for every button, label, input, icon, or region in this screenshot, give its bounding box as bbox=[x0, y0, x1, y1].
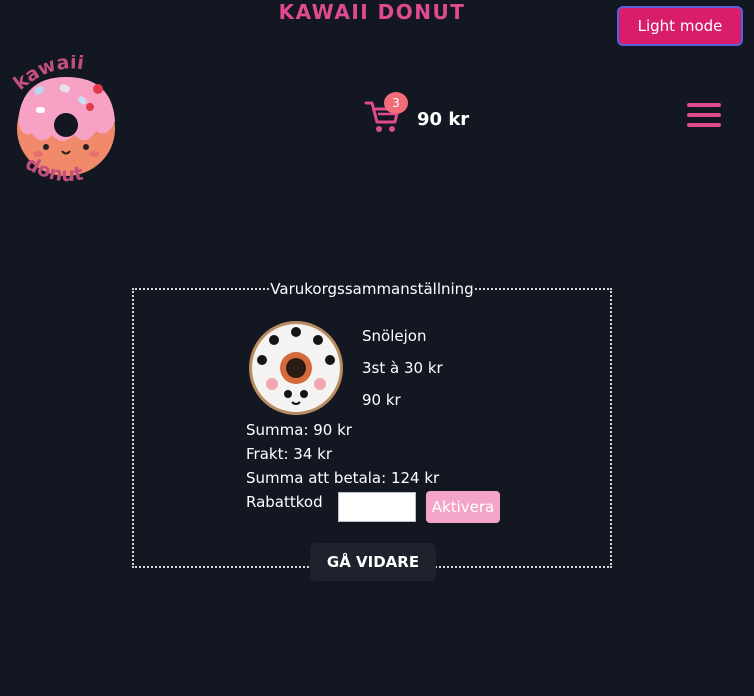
page: KAWAII DONUT Light mode kawaii donut bbox=[0, 0, 754, 696]
hamburger-menu-icon[interactable] bbox=[687, 101, 721, 129]
cart-total: 90 kr bbox=[417, 109, 470, 130]
activate-coupon-button[interactable]: Aktivera bbox=[426, 491, 500, 523]
product-line-total: 90 kr bbox=[362, 391, 401, 409]
coupon-code-input[interactable] bbox=[338, 492, 416, 522]
menu-bar bbox=[687, 103, 721, 107]
product-image bbox=[249, 321, 343, 415]
menu-bar bbox=[687, 123, 721, 127]
cart-summary: Varukorgssammanställning Snölejon 3st à … bbox=[132, 280, 612, 581]
cart-count-badge: 3 bbox=[384, 92, 408, 114]
light-mode-toggle-button[interactable]: Light mode bbox=[617, 6, 743, 46]
subtotal: Summa: 90 kr bbox=[246, 421, 352, 439]
menu-bar bbox=[687, 113, 721, 117]
kawaii-donut-logo[interactable]: kawaii donut bbox=[12, 55, 124, 187]
total-to-pay: Summa att betala: 124 kr bbox=[246, 469, 440, 487]
coupon-label: Rabattkod bbox=[246, 493, 323, 511]
cart-summary-title: Varukorgssammanställning bbox=[270, 280, 474, 298]
shipping-cost: Frakt: 34 kr bbox=[246, 445, 332, 463]
product-quantity-price: 3st à 30 kr bbox=[362, 359, 443, 377]
continue-button[interactable]: GÅ VIDARE bbox=[310, 543, 436, 581]
product-name: Snölejon bbox=[362, 327, 427, 345]
cart-widget[interactable]: 3 90 kr bbox=[364, 92, 474, 142]
